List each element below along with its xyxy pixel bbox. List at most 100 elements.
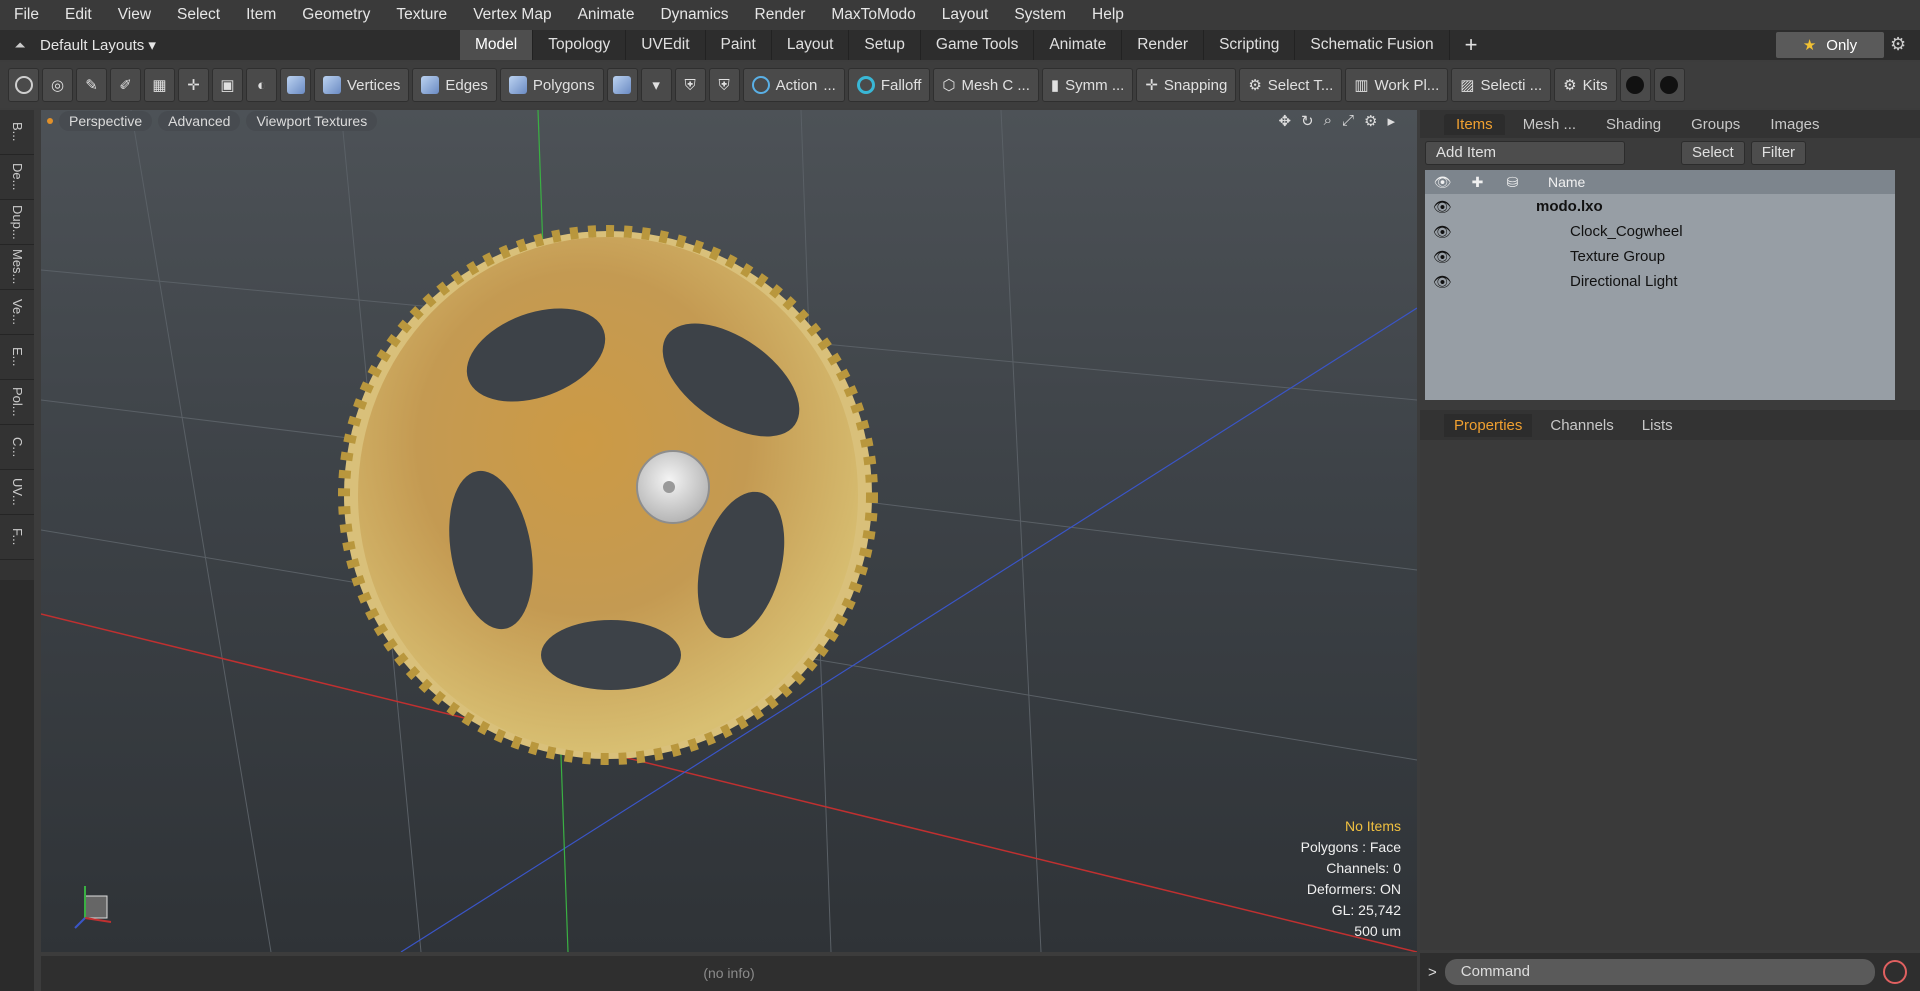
- list-item[interactable]: 👁 modo.lxo: [1425, 194, 1895, 219]
- left-tab-basic[interactable]: B...: [0, 110, 34, 155]
- list-item[interactable]: 👁 Clock_Cogwheel: [1425, 219, 1895, 244]
- add-item-button[interactable]: Add Item: [1425, 141, 1625, 165]
- left-tab-vertex[interactable]: Ve...: [0, 290, 34, 335]
- left-tab-curve[interactable]: C...: [0, 425, 34, 470]
- select-button[interactable]: Select: [1681, 141, 1745, 165]
- snapping-button[interactable]: ✛ Snapping: [1136, 68, 1237, 102]
- tab-schematic-fusion[interactable]: Schematic Fusion: [1295, 30, 1450, 60]
- left-tab-fusion[interactable]: F...: [0, 515, 34, 560]
- tab-topology[interactable]: Topology: [533, 30, 627, 60]
- list-item[interactable]: 👁 Directional Light: [1425, 269, 1895, 294]
- eye-icon[interactable]: 👁: [1425, 223, 1460, 241]
- menu-file[interactable]: File: [0, 6, 51, 24]
- tab-channels[interactable]: Channels: [1540, 414, 1623, 437]
- shield2-button[interactable]: ⛨: [708, 68, 740, 102]
- globe-tool[interactable]: ◎: [42, 68, 73, 102]
- material-button[interactable]: [606, 68, 638, 102]
- add-tab-icon[interactable]: +: [1450, 30, 1493, 60]
- frame-tool[interactable]: ▣: [212, 68, 243, 102]
- symmetry-button[interactable]: ▮ Symm ...: [1041, 68, 1134, 102]
- menu-texture[interactable]: Texture: [382, 6, 459, 24]
- menu-layout[interactable]: Layout: [928, 6, 1001, 24]
- grid-tool[interactable]: ▦: [144, 68, 175, 102]
- left-tab-polygon[interactable]: Pol...: [0, 380, 34, 425]
- tab-mesh-ops[interactable]: Mesh ...: [1511, 114, 1588, 135]
- menu-view[interactable]: View: [104, 6, 163, 24]
- list-item[interactable]: 👁 Texture Group: [1425, 244, 1895, 269]
- viewport-menu-dot[interactable]: [47, 118, 53, 124]
- menu-maxtomodo[interactable]: MaxToModo: [817, 6, 927, 24]
- eye-icon[interactable]: 👁: [1425, 273, 1460, 291]
- tab-properties[interactable]: Properties: [1444, 413, 1533, 437]
- zoom-icon[interactable]: ⌕: [1324, 112, 1332, 130]
- shield-button[interactable]: ⛨: [674, 68, 706, 102]
- edges-button[interactable]: Edges: [412, 68, 497, 102]
- tab-items[interactable]: Items: [1444, 113, 1505, 135]
- left-tab-edge[interactable]: E...: [0, 335, 34, 380]
- left-tab-deform[interactable]: De...: [0, 155, 34, 200]
- tab-layout[interactable]: Layout: [772, 30, 850, 60]
- tab-render[interactable]: Render: [1122, 30, 1205, 60]
- menu-geometry[interactable]: Geometry: [288, 6, 382, 24]
- selection-sets-button[interactable]: ▨ Selecti ...: [1451, 68, 1552, 102]
- select-through-button[interactable]: ⚙ Select T...: [1239, 68, 1343, 102]
- viewport-more-icon[interactable]: ▸: [1387, 112, 1395, 130]
- menu-vertex-map[interactable]: Vertex Map: [459, 6, 563, 24]
- menu-system[interactable]: System: [1000, 6, 1078, 24]
- tab-images[interactable]: Images: [1758, 114, 1831, 135]
- tab-paint[interactable]: Paint: [706, 30, 772, 60]
- menu-edit[interactable]: Edit: [51, 6, 104, 24]
- eye-icon[interactable]: 👁: [1425, 248, 1460, 266]
- command-input[interactable]: Command: [1444, 959, 1875, 985]
- menu-select[interactable]: Select: [163, 6, 232, 24]
- layout-up-icon[interactable]: ⏶: [0, 37, 40, 54]
- menu-render[interactable]: Render: [741, 6, 818, 24]
- falloff-button[interactable]: Falloff: [847, 68, 931, 102]
- layout-selector[interactable]: Default Layouts ▾: [40, 36, 160, 54]
- perspective-button[interactable]: Perspective: [59, 111, 153, 131]
- advanced-button[interactable]: Advanced: [158, 111, 241, 131]
- unreal-button[interactable]: [1653, 68, 1685, 102]
- tab-groups[interactable]: Groups: [1679, 114, 1752, 135]
- select-circle-tool[interactable]: [8, 68, 39, 102]
- action-button[interactable]: Action...: [742, 68, 845, 102]
- viewport-3d[interactable]: Perspective Advanced Viewport Textures ✥…: [41, 110, 1417, 952]
- unity-button[interactable]: [1619, 68, 1651, 102]
- kits-button[interactable]: ⚙ Kits: [1554, 68, 1617, 102]
- mesh-constraints-button[interactable]: ⬡ Mesh C ...: [933, 68, 1039, 102]
- item-mode-button[interactable]: [280, 68, 311, 102]
- tab-model[interactable]: Model: [460, 30, 534, 60]
- viewport-textures-button[interactable]: Viewport Textures: [246, 111, 378, 131]
- viewport-settings-icon[interactable]: ⚙: [1364, 112, 1377, 130]
- menu-animate[interactable]: Animate: [564, 6, 647, 24]
- tab-uvedit[interactable]: UVEdit: [626, 30, 706, 60]
- cogwheel[interactable]: [338, 225, 878, 765]
- dropdown-button[interactable]: ▾: [640, 68, 672, 102]
- only-button[interactable]: ★ Only: [1776, 32, 1884, 58]
- tab-game-tools[interactable]: Game Tools: [921, 30, 1035, 60]
- rotate-tool[interactable]: ◐: [246, 68, 277, 102]
- move-view-icon[interactable]: ✥: [1278, 112, 1291, 130]
- menu-dynamics[interactable]: Dynamics: [646, 6, 740, 24]
- maximize-icon[interactable]: ⤢: [1342, 112, 1354, 130]
- tab-lists[interactable]: Lists: [1632, 414, 1683, 437]
- left-tab-mesh-edit[interactable]: Mes...: [0, 245, 34, 290]
- vertices-button[interactable]: Vertices: [314, 68, 410, 102]
- cross-tool[interactable]: ✛: [178, 68, 209, 102]
- record-icon[interactable]: [1882, 960, 1907, 984]
- eye-icon[interactable]: 👁: [1425, 198, 1460, 216]
- tab-scripting[interactable]: Scripting: [1204, 30, 1296, 60]
- brush-tool[interactable]: ✐: [110, 68, 141, 102]
- pen-tool[interactable]: ✎: [76, 68, 107, 102]
- menu-item[interactable]: Item: [232, 6, 288, 24]
- tab-setup[interactable]: Setup: [849, 30, 921, 60]
- work-plane-button[interactable]: ▥ Work Pl...: [1345, 68, 1449, 102]
- tab-animate[interactable]: Animate: [1034, 30, 1123, 60]
- left-tab-duplicate[interactable]: Dup...: [0, 200, 34, 245]
- tab-shading[interactable]: Shading: [1594, 114, 1673, 135]
- polygons-button[interactable]: Polygons: [499, 68, 604, 102]
- left-tab-uv[interactable]: UV...: [0, 470, 34, 515]
- filter-button[interactable]: Filter: [1750, 141, 1807, 165]
- menu-help[interactable]: Help: [1078, 6, 1136, 24]
- gear-icon[interactable]: ⚙: [1890, 34, 1906, 55]
